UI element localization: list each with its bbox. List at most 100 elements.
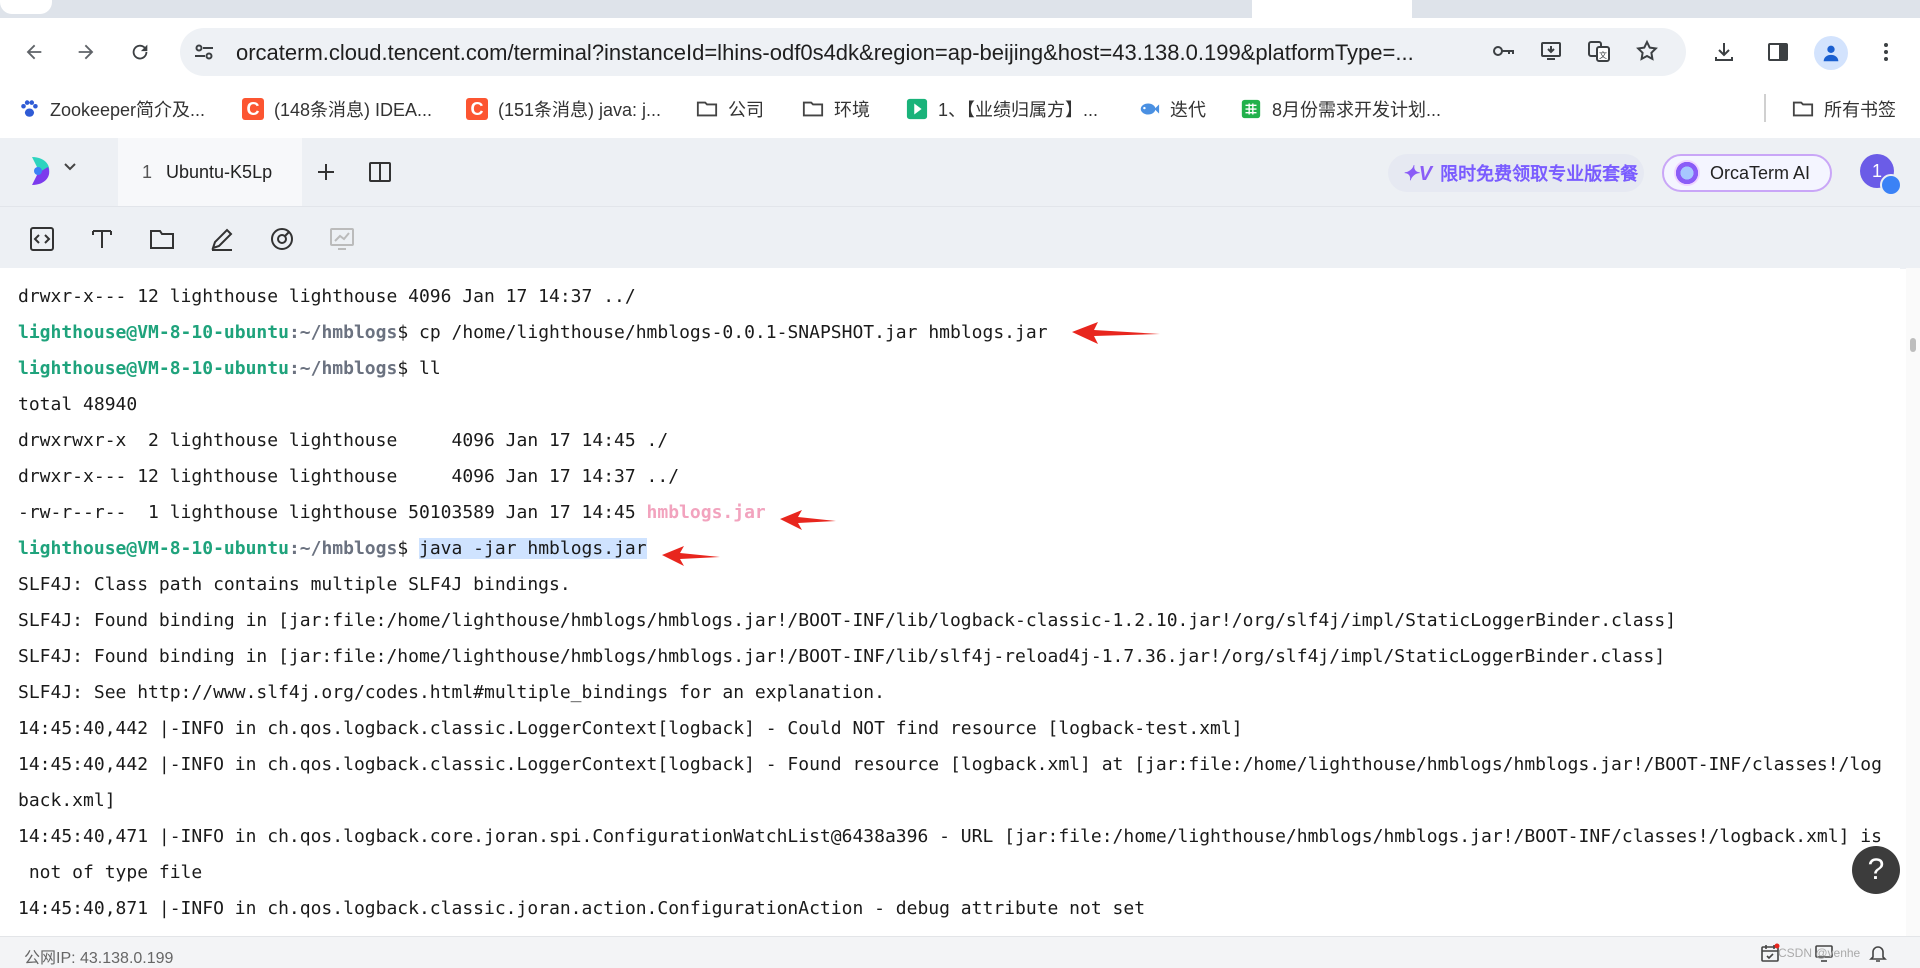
terminal-line: 14:45:40,471 |-INFO in ch.qos.logback.co… — [18, 826, 1882, 847]
performance-button[interactable] — [326, 223, 358, 255]
bookmarks-bar: Zookeeper简介及... C (148条消息) IDEA... C (15… — [0, 86, 1920, 132]
folder-icon — [150, 230, 174, 249]
v-logo-icon: ✦V — [1402, 162, 1433, 185]
bookmark-folder[interactable]: 环境 — [802, 96, 870, 122]
paw-icon — [21, 100, 38, 117]
user-avatar[interactable]: 1 — [1860, 154, 1902, 196]
user-badge-number: 1 — [1871, 160, 1882, 181]
bookmark-label: 1、【业绩归属方】... — [938, 100, 1099, 120]
folder-icon — [802, 101, 824, 117]
terminal-line: drwxr-x--- 12 lighthouse lighthouse 4096… — [18, 286, 636, 307]
side-panel-button[interactable] — [1760, 34, 1796, 70]
url-text[interactable]: orcaterm.cloud.tencent.com/terminal?inst… — [236, 40, 1436, 66]
folder-icon — [696, 101, 718, 117]
terminal-line: 14:45:40,442 |-INFO in ch.qos.logback.cl… — [18, 718, 1243, 739]
address-bar[interactable]: orcaterm.cloud.tencent.com/terminal?inst… — [180, 28, 1686, 76]
bookmark-label: 环境 — [834, 100, 870, 120]
bookmark-item[interactable]: C (148条消息) IDEA... — [242, 96, 432, 122]
promo-banner[interactable]: ✦V 限时免费领取专业版套餐 — [1388, 154, 1644, 192]
forward-button[interactable] — [68, 34, 104, 70]
bookmark-item[interactable]: 8月份需求开发计划... — [1240, 96, 1441, 122]
fish-icon — [1140, 103, 1160, 115]
side-panel-icon — [1768, 43, 1788, 61]
reload-icon — [132, 44, 148, 60]
split-view-button[interactable] — [364, 156, 396, 188]
command-text: $ cp /home/lighthouse/hmblogs-0.0.1-SNAP… — [397, 322, 1048, 343]
notification-bell-icon[interactable] — [1868, 943, 1888, 963]
file-listing-text: -rw-r--r-- 1 lighthouse lighthouse 50103… — [18, 502, 647, 523]
install-app-icon[interactable] — [1538, 39, 1564, 65]
terminal-line: lighthouse@VM-8-10-ubuntu:~/hmblogs$ jav… — [18, 534, 647, 564]
browser-menu-button[interactable] — [1868, 34, 1904, 70]
code-snippet-button[interactable] — [26, 223, 58, 255]
scrollbar-thumb[interactable] — [1910, 338, 1916, 352]
terminal-line: total 48940 — [18, 394, 138, 415]
bookmark-item[interactable]: Zookeeper简介及... — [18, 96, 205, 122]
prompt-user: lighthouse@VM-8-10-ubuntu — [18, 322, 289, 343]
all-bookmarks-folder[interactable]: 所有书签 — [1792, 96, 1896, 122]
terminal-line: lighthouse@VM-8-10-ubuntu:~/hmblogs$ ll — [18, 354, 441, 384]
arrow-right-icon — [78, 44, 94, 60]
help-button[interactable]: ? — [1852, 846, 1900, 894]
ai-orb-icon — [1674, 160, 1700, 186]
orcaterm-ai-button[interactable]: OrcaTerm AI — [1662, 154, 1832, 192]
folder-icon — [1792, 101, 1814, 117]
terminal-toolbar — [0, 206, 1920, 269]
password-key-icon[interactable] — [1490, 39, 1516, 65]
edit-button[interactable] — [206, 223, 238, 255]
status-dot-icon — [1880, 174, 1902, 196]
font-button[interactable] — [86, 223, 118, 255]
terminal-line: drwxrwxr-x 2 lighthouse lighthouse 4096 … — [18, 430, 669, 451]
bookmark-item[interactable]: 迭代 — [1138, 96, 1206, 122]
split-view-icon — [369, 162, 391, 182]
profile-button[interactable] — [1814, 36, 1848, 70]
downloads-button[interactable] — [1706, 34, 1742, 70]
terminal-line: SLF4J: Found binding in [jar:file:/home/… — [18, 610, 1677, 631]
terminal-line: 14:45:40,871 |-INFO in ch.qos.logback.cl… — [18, 898, 1146, 919]
more-vertical-icon — [1884, 43, 1888, 61]
terminal-line: back.xml] — [18, 790, 116, 811]
browser-tab[interactable] — [0, 0, 52, 14]
new-session-button[interactable] — [310, 156, 342, 188]
status-bar: 公网IP: 43.138.0.199 CSDN @venhe — [0, 936, 1920, 968]
bookmark-label: (148条消息) IDEA... — [274, 100, 433, 120]
bookmark-star-icon[interactable] — [1634, 39, 1660, 65]
prompt-user: lighthouse@VM-8-10-ubuntu — [18, 538, 289, 559]
bookmark-label: Zookeeper简介及... — [50, 100, 206, 120]
arrow-left-icon — [26, 44, 42, 60]
monitor-button[interactable] — [266, 223, 298, 255]
chevron-down-icon[interactable] — [62, 158, 78, 179]
bookmark-item[interactable]: 1、【业绩归属方】... — [906, 96, 1098, 122]
prompt-path: :~/hmblogs — [288, 322, 398, 343]
ai-label: OrcaTerm AI — [1710, 162, 1811, 183]
translate-icon[interactable]: 文 — [1586, 39, 1612, 65]
prompt-path: :~/hmblogs — [288, 538, 398, 559]
terminal-line: SLF4J: Found binding in [jar:file:/home/… — [18, 646, 1666, 667]
browser-tab-strip — [0, 0, 1920, 18]
browser-toolbar: orcaterm.cloud.tencent.com/terminal?inst… — [0, 18, 1920, 86]
site-info-icon[interactable] — [192, 40, 216, 64]
terminal-scrollbar[interactable] — [1906, 268, 1920, 936]
prompt-user: lighthouse@VM-8-10-ubuntu — [18, 358, 289, 379]
orcaterm-logo-icon[interactable] — [28, 153, 56, 189]
bookmark-item[interactable]: C (151条消息) java: j... — [466, 96, 661, 122]
bookmark-label: 迭代 — [1170, 100, 1206, 120]
gauge-icon — [271, 228, 293, 250]
terminal-output[interactable]: drwxr-x--- 12 lighthouse lighthouse 4096… — [0, 268, 1900, 936]
session-number: 1 — [142, 161, 153, 182]
bookmark-folder[interactable]: 公司 — [696, 96, 764, 122]
reload-button[interactable] — [122, 34, 158, 70]
sheet-icon — [1241, 99, 1261, 119]
plus-icon — [318, 164, 334, 180]
jar-filename: hmblogs.jar — [646, 502, 766, 523]
selected-command: java -jar hmblogs.jar — [419, 538, 647, 559]
code-icon — [30, 227, 54, 251]
svg-text:文: 文 — [1599, 50, 1607, 60]
file-manager-button[interactable] — [146, 223, 178, 255]
browser-tab-active[interactable] — [1252, 0, 1412, 18]
tab-session[interactable]: 1 Ubuntu-K5Lp — [118, 138, 302, 206]
terminal-line: -rw-r--r-- 1 lighthouse lighthouse 50103… — [18, 498, 766, 528]
back-button[interactable] — [16, 34, 52, 70]
calendar-icon[interactable] — [1760, 943, 1780, 963]
orcaterm-header: 1 Ubuntu-K5Lp ✦V 限时免费领取专业版套餐 OrcaTerm AI… — [0, 138, 1920, 206]
